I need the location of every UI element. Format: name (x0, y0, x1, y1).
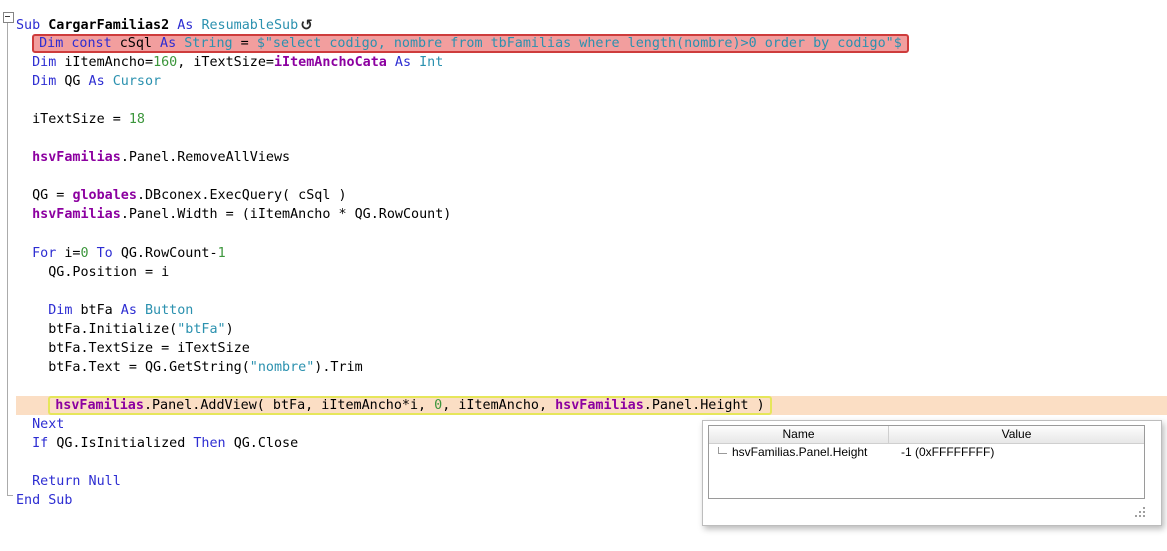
fold-guide-line (7, 22, 8, 495)
code-token: hsvFamilias (32, 150, 121, 166)
code-token: Dim const (39, 36, 120, 52)
code-editor: Sub CargarFamilias2 As ResumableSub ↺ Dim… (0, 0, 1167, 551)
code-token: .Panel.RemoveAllViews (120, 150, 291, 166)
code-line[interactable]: btFa.Initialize("btFa") (16, 320, 1167, 339)
code-token: hsvFamilias (555, 397, 644, 413)
code-line[interactable]: btFa.Text = QG.GetString("nombre").Trim (16, 358, 1167, 377)
code-line[interactable]: Dim const cSql As String = $"select codi… (16, 34, 1167, 54)
code-token: As (152, 36, 185, 52)
code-token: QG.Close (233, 436, 299, 452)
code-token: "btFa" (177, 321, 226, 337)
resize-grip-icon[interactable] (1143, 515, 1145, 517)
code-token: Return Null (32, 474, 121, 490)
code-token: hsvFamilias (55, 397, 144, 413)
code-line[interactable]: Dim btFa As Button (16, 301, 1167, 320)
code-token: "nombre" (249, 359, 315, 375)
code-token: As (80, 74, 113, 90)
code-token: btFa.Text = QG.GetString( (48, 359, 250, 375)
code-token: QG.IsInitialized (56, 436, 186, 452)
code-line[interactable]: btFa.TextSize = iTextSize (16, 339, 1167, 358)
code-token: iItemAnchoCata (274, 55, 387, 71)
code-token: .DBconex.ExecQuery( cSql ) (136, 188, 347, 204)
code-line[interactable] (16, 129, 1167, 148)
watch-rows: hsvFamilias.Panel.Height -1 (0xFFFFFFFF) (709, 444, 1144, 461)
code-token: As (169, 18, 202, 33)
code-token: 1 (217, 245, 226, 261)
code-line[interactable]: hsvFamilias.Panel.RemoveAllViews (16, 148, 1167, 167)
code-token: If (32, 436, 57, 452)
code-token: For (32, 245, 65, 261)
code-line[interactable]: Dim QG As Cursor (16, 72, 1167, 91)
code-token: hsvFamilias (32, 207, 121, 223)
code-line[interactable] (16, 282, 1167, 301)
code-token: , iTextSize= (177, 55, 274, 71)
code-token: , iItemAncho, (442, 397, 556, 413)
code-token: Next (32, 416, 65, 432)
code-token: Dim (32, 74, 65, 90)
code-token: ) (225, 321, 234, 337)
code-line[interactable] (16, 91, 1167, 110)
code-token: End Sub (16, 493, 73, 509)
code-line[interactable] (16, 167, 1167, 186)
code-token: 160 (153, 55, 178, 71)
code-token: 0 (80, 245, 89, 261)
code-token: $"select codigo, nombre from tbFamilias … (256, 36, 902, 52)
code-token: QG = (32, 188, 73, 204)
error-highlight-box: Dim const cSql As String = $"select codi… (32, 34, 909, 54)
code-token: QG.Position = i (48, 264, 170, 280)
code-token: .Panel.Width = (iItemAncho * QG.RowCount… (120, 207, 452, 223)
code-token: 18 (128, 112, 145, 128)
watch-row-value: -1 (0xFFFFFFFF) (901, 445, 995, 459)
code-token: ResumableSub (201, 18, 299, 33)
code-token: btFa.Initialize( (48, 321, 178, 337)
code-token: Cursor (112, 74, 162, 90)
code-line[interactable]: Dim iItemAncho=160, iTextSize=iItemAncho… (16, 53, 1167, 72)
code-token: QG (64, 74, 81, 90)
watch-popup: Name Value hsvFamilias.Panel.Height -1 (0… (702, 420, 1162, 526)
column-header-value[interactable]: Value (889, 426, 1144, 443)
fold-collapse-icon[interactable] (3, 12, 14, 23)
code-line[interactable]: hsvFamilias.Panel.AddView( btFa, iItemAn… (16, 395, 1167, 415)
current-statement-box: hsvFamilias.Panel.AddView( btFa, iItemAn… (48, 395, 772, 415)
code-token: .Panel.Height ) (643, 397, 765, 413)
code-token: btFa (80, 302, 113, 318)
code-token: Button (145, 302, 194, 318)
code-token: CargarFamilias2 (48, 18, 170, 33)
code-token: Sub (16, 18, 49, 33)
watch-row-name: hsvFamilias.Panel.Height (709, 444, 895, 461)
code-line[interactable] (16, 225, 1167, 244)
code-token: btFa.TextSize = iTextSize (48, 340, 250, 356)
code-token: As (112, 302, 145, 318)
code-line[interactable]: QG = globales.DBconex.ExecQuery( cSql ) (16, 186, 1167, 205)
resumable-sub-icon: ↺ (300, 16, 313, 34)
code-line[interactable]: For i=0 To QG.RowCount-1 (16, 244, 1167, 263)
code-token: To (88, 245, 121, 261)
code-token: Then (185, 436, 234, 452)
code-token: String (184, 36, 233, 52)
code-line[interactable]: iTextSize = 18 (16, 110, 1167, 129)
column-header-name[interactable]: Name (709, 426, 889, 443)
watch-table-header: Name Value (709, 426, 1144, 444)
code-token: .Panel.AddView( btFa, iItemAncho*i, (143, 397, 435, 413)
code-line[interactable]: QG.Position = i (16, 263, 1167, 282)
code-token: Int (419, 55, 444, 71)
code-line[interactable] (16, 377, 1167, 396)
code-token: As (386, 55, 420, 71)
code-token: iItemAncho= (64, 55, 154, 71)
code-token: ).Trim (314, 359, 363, 375)
tree-branch-icon (718, 447, 727, 454)
code-token: globales (72, 188, 137, 204)
code-token: iTextSize = (32, 112, 129, 128)
watch-table: Name Value hsvFamilias.Panel.Height -1 (0… (708, 425, 1145, 499)
code-token: i= (64, 245, 81, 261)
code-token: cSql (119, 36, 152, 52)
code-line[interactable]: Sub CargarFamilias2 As ResumableSub ↺ (16, 15, 1167, 34)
code-token: Dim (48, 302, 81, 318)
code-token: Dim (32, 55, 65, 71)
fold-guide-end (7, 495, 13, 496)
watch-row[interactable]: hsvFamilias.Panel.Height -1 (0xFFFFFFFF) (709, 444, 1144, 461)
code-line[interactable]: hsvFamilias.Panel.Width = (iItemAncho * … (16, 205, 1167, 224)
code-token: = (232, 36, 257, 52)
code-token: QG.RowCount- (120, 245, 218, 261)
